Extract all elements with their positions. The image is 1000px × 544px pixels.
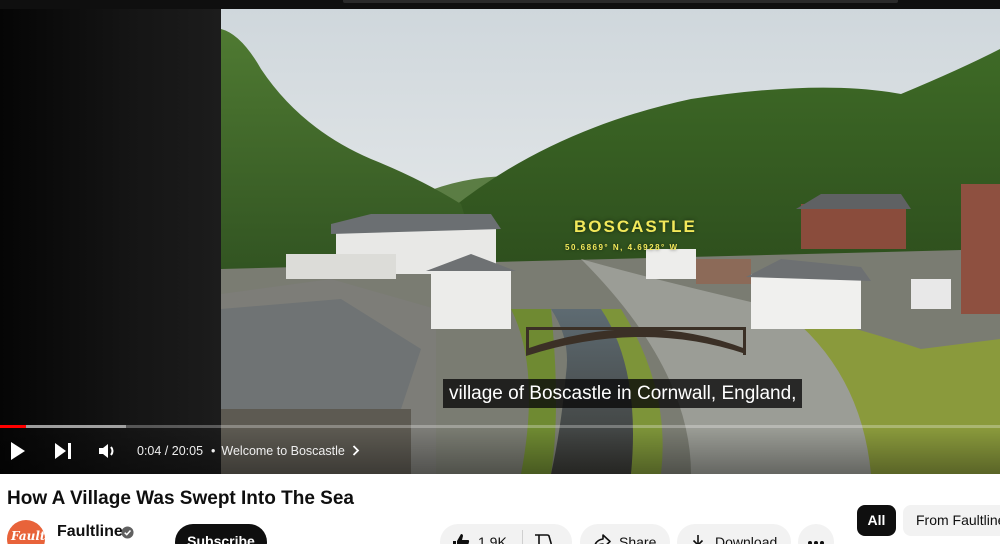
- overlay-coordinates: 50.6869° N, 4.6928° W: [565, 243, 679, 252]
- chevron-right-icon: [353, 445, 360, 456]
- closed-caption: village of Boscastle in Cornwall, Englan…: [443, 379, 803, 408]
- video-player[interactable]: BOSCASTLE 50.6869° N, 4.6928° W village …: [0, 0, 1000, 474]
- mute-button[interactable]: [95, 440, 119, 462]
- download-button[interactable]: Download: [677, 524, 791, 544]
- chip-all[interactable]: All: [857, 505, 896, 536]
- volume-icon: [99, 444, 114, 458]
- youtube-watch-page: BOSCASTLE 50.6869° N, 4.6928° W village …: [0, 0, 1000, 544]
- video-title: How A Village Was Swept Into The Sea: [7, 488, 354, 509]
- play-icon: [11, 442, 25, 460]
- time-display: 0:04 / 20:05: [137, 444, 204, 458]
- chapter-button[interactable]: • Welcome to Boscastle: [211, 444, 360, 458]
- dislike-button[interactable]: [523, 524, 572, 544]
- player-letterbox: [0, 9, 221, 474]
- avatar-logo-text: Fault: [11, 529, 45, 543]
- chip-from-channel[interactable]: From Faultline: [903, 505, 1000, 536]
- download-icon: [692, 535, 704, 544]
- next-button[interactable]: [51, 440, 75, 462]
- like-button[interactable]: 1.9K: [440, 524, 522, 544]
- top-strip: [0, 0, 1000, 9]
- skip-next-icon: [55, 443, 71, 459]
- like-dislike-group: 1.9K: [440, 524, 572, 544]
- like-count: 1.9K: [478, 534, 507, 544]
- more-actions-button[interactable]: [798, 524, 834, 544]
- share-icon: [594, 534, 611, 544]
- channel-name[interactable]: Faultline: [57, 523, 123, 541]
- thumbs-up-icon: [453, 534, 470, 544]
- share-button[interactable]: Share: [580, 524, 670, 544]
- more-horizontal-icon: [808, 541, 824, 544]
- channel-avatar[interactable]: Fault: [7, 520, 45, 544]
- download-label: Download: [715, 534, 778, 544]
- play-button[interactable]: [6, 440, 30, 462]
- thumbs-down-icon: [535, 534, 552, 544]
- verified-badge-icon: [121, 526, 134, 539]
- chapter-separator: •: [211, 444, 216, 458]
- overlay-place-title: BOSCASTLE: [574, 217, 697, 236]
- player-controls: 0:04 / 20:05 • Welcome to Boscastle: [0, 428, 1000, 474]
- chapter-title: Welcome to Boscastle: [221, 444, 345, 458]
- subscribe-button[interactable]: Subscribe: [175, 524, 267, 544]
- share-label: Share: [619, 534, 657, 544]
